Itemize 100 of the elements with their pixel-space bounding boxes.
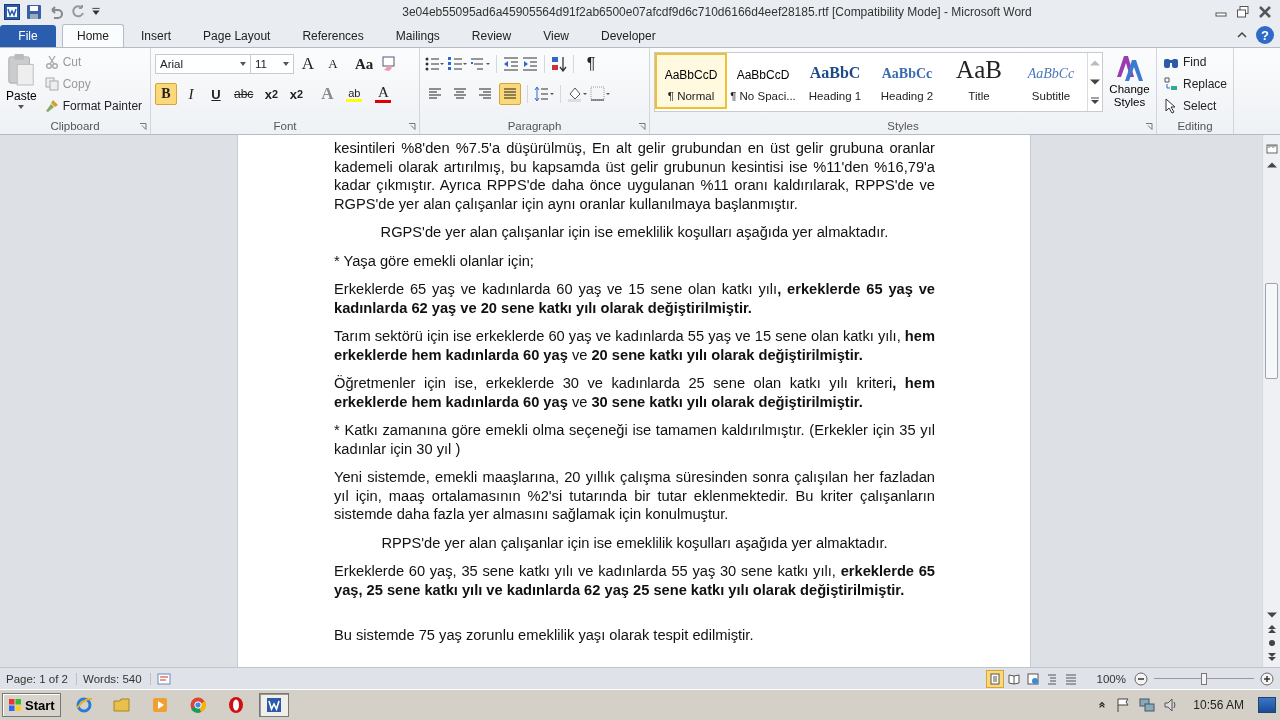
paragraph: Erkeklerde 65 yaş ve kadınlarda 60 yaş ve 15 sene olan katkı yılı, erkeklerde 65 yaş ve kadınlarda 62 yaş ve 20 sene katkı yılı olarak değiştirilmiştir. (334, 280, 935, 317)
close-icon[interactable] (1258, 4, 1272, 19)
show-marks-button[interactable]: ¶ (580, 53, 602, 75)
style-option[interactable]: AaBbCcD ¶ No Spaci... (727, 53, 799, 109)
draft-view-icon (1064, 672, 1077, 685)
restore-icon[interactable] (1236, 4, 1250, 19)
proofing-icon[interactable] (156, 671, 171, 686)
browse-object-icon[interactable] (1266, 639, 1277, 647)
dialog-launcher-icon[interactable] (139, 122, 147, 131)
taskbar-app[interactable] (258, 693, 289, 717)
sort-icon[interactable] (551, 56, 567, 72)
scroll-down-icon[interactable] (1266, 611, 1277, 619)
style-option[interactable]: AaBbCc Heading 2 (871, 53, 943, 109)
scrollbar-thumb[interactable] (1265, 283, 1278, 379)
page-count[interactable]: Page: 1 of 2 (6, 672, 78, 685)
ribbon-tab[interactable]: Page Layout (188, 24, 286, 47)
group-label: Paragraph (507, 120, 562, 132)
font-color-button[interactable]: A (370, 83, 397, 105)
format-button[interactable]: B (155, 83, 177, 105)
customize-caret-icon[interactable] (92, 7, 100, 16)
scroll-up-icon[interactable] (1266, 161, 1277, 169)
paragraph: * Katkı zamanına göre emekli olma seçeneği ise tamamen kaldırılmıştır. (Erkekler için 35 yıl kadınlar için 30 yıl ) (334, 421, 935, 458)
caret-icon (18, 105, 25, 109)
change-styles-button[interactable]: Change Styles (1107, 51, 1152, 111)
group-label: Font (273, 120, 297, 132)
zoom-level[interactable]: 100% (1096, 672, 1128, 685)
change-styles-icon (1114, 53, 1145, 83)
borders-icon[interactable] (590, 86, 610, 102)
paste-button[interactable]: Paste (4, 51, 39, 118)
ribbon-tab[interactable]: Insert (126, 24, 187, 47)
line-spacing-icon[interactable] (534, 86, 554, 102)
ribbon-tab[interactable]: View (528, 24, 584, 47)
paragraph: * Yaşa göre emekli olanlar için; (334, 251, 535, 270)
style-option[interactable]: AaBbCcD ¶ Normal (655, 53, 727, 109)
style-option[interactable]: AaBbCc Subtitle (1015, 53, 1087, 109)
outline-view-icon (1045, 672, 1058, 685)
folder-icon (112, 696, 131, 714)
ribbon-tab[interactable]: Review (456, 24, 527, 47)
clipboard-command[interactable]: Format Painter (42, 95, 145, 116)
align-left-icon (428, 87, 442, 101)
replace-icon (1163, 75, 1179, 92)
grow-font-button[interactable]: A (297, 53, 319, 75)
align-button[interactable] (499, 83, 521, 105)
app-icon[interactable] (4, 3, 20, 20)
view-button[interactable] (985, 669, 1004, 688)
start-button[interactable]: Start (2, 693, 61, 717)
bullets-icon[interactable] (424, 56, 444, 72)
dialog-launcher-icon[interactable] (408, 122, 416, 131)
ribbon-tab[interactable]: Home (62, 24, 124, 47)
paragraph: Tarım sektörü için ise erkeklerde 60 yaş ve kadınlarda 55 yaş ve 15 sene olan katkı yılı, hem erkeklerde hem kadınlarda 60 yaş ve 20 sene katkı yılı olarak değiştirilmiştir. (334, 327, 935, 364)
multilevel-list-icon[interactable] (470, 56, 490, 72)
change-case-button[interactable]: Aa (351, 53, 378, 75)
flag-icon[interactable] (1115, 697, 1132, 713)
scissors-icon (44, 54, 59, 69)
dialog-launcher-icon[interactable] (638, 122, 646, 131)
ribbon-tab[interactable]: Developer (585, 24, 671, 47)
save-icon[interactable] (26, 3, 42, 20)
zoom-in-icon[interactable] (1260, 671, 1274, 686)
ribbon-tab[interactable]: References (287, 24, 379, 47)
previous-page-icon[interactable] (1266, 625, 1277, 633)
scroll-down-icon[interactable] (1090, 78, 1100, 86)
highlight-button[interactable]: ab (341, 83, 368, 105)
font-size-field[interactable]: 11 (250, 54, 294, 74)
shading-icon[interactable] (567, 86, 587, 102)
ribbon-tab[interactable]: Mailings (380, 24, 455, 47)
word-count[interactable]: Words: 540 (83, 672, 151, 685)
align-center-icon (453, 87, 467, 101)
web-view-icon (1026, 672, 1039, 685)
show-desktop-button[interactable] (1258, 697, 1276, 713)
more-icon[interactable] (1090, 97, 1100, 106)
increase-indent-icon[interactable] (522, 56, 538, 72)
format-button[interactable]: I (180, 83, 202, 105)
help-button[interactable]: ? (1256, 26, 1274, 44)
dialog-launcher-icon[interactable] (1145, 122, 1153, 131)
show-hidden-icon[interactable] (1097, 701, 1108, 709)
ruler-icon[interactable] (1265, 143, 1278, 155)
style-option[interactable]: AaB Title (943, 53, 1015, 109)
numbering-icon[interactable] (447, 56, 467, 72)
font-name-field[interactable]: Arial (155, 54, 251, 74)
paragraph: kesintileri %8'den %7.5'a düşürülmüş, En alt gelir grubundan en üst gelir grubuna oranlar kademeli olarak artırılmış, bu kapsamda üst gelir grubunun kesintisi ise %11'den %16,79'a kadar çıkmıştır. Ayrıca RPPS'de daha önce uygulanan %11 oranı kaldırılarak, RPPS'de ve RGPS'de yer alan çalışanlar için aynı oranlar kullanılmaya başlanmıştır. (334, 139, 935, 213)
editing-command[interactable]: Select (1161, 95, 1229, 116)
file-tab[interactable]: File (0, 25, 56, 47)
zoom-out-icon[interactable] (1134, 671, 1148, 686)
undo-icon[interactable] (48, 3, 64, 20)
editing-command[interactable]: Find (1161, 51, 1229, 72)
window-title: 3e04eb55095ad6a45905564d91f2ab6500e07afcdf9d6c710d6166d4eef28185.rtf [Compatibility Mode] - Microsoft Word (401, 4, 1033, 19)
style-option[interactable]: AaBbC Heading 1 (799, 53, 871, 109)
redo-icon[interactable] (70, 3, 86, 20)
clock[interactable]: 10:56 AM (1187, 698, 1250, 712)
format-button[interactable]: abc (230, 83, 258, 105)
paragraph: Yeni sistemde, emekli maaşlarına, 20 yıllık çalışma süresinden sonra çalışılan her fazladan yıl için, maaş ortalamasının %2'si tutarında bir tutar eklenmektedir. Bu kriter çalışanların sistemde daha fazla yer almasını sağlamak için konulmuştur. (334, 468, 935, 524)
word-icon (264, 696, 283, 714)
shrink-font-button[interactable]: A (322, 53, 344, 75)
slider-thumb[interactable] (1201, 672, 1207, 685)
decrease-indent-icon[interactable] (503, 56, 519, 72)
clear-formatting-icon[interactable] (380, 56, 397, 72)
editing-command[interactable]: Replace (1161, 73, 1229, 94)
next-page-icon[interactable] (1266, 653, 1277, 661)
network-icon[interactable] (1139, 697, 1156, 713)
format-button[interactable]: U (205, 83, 227, 105)
